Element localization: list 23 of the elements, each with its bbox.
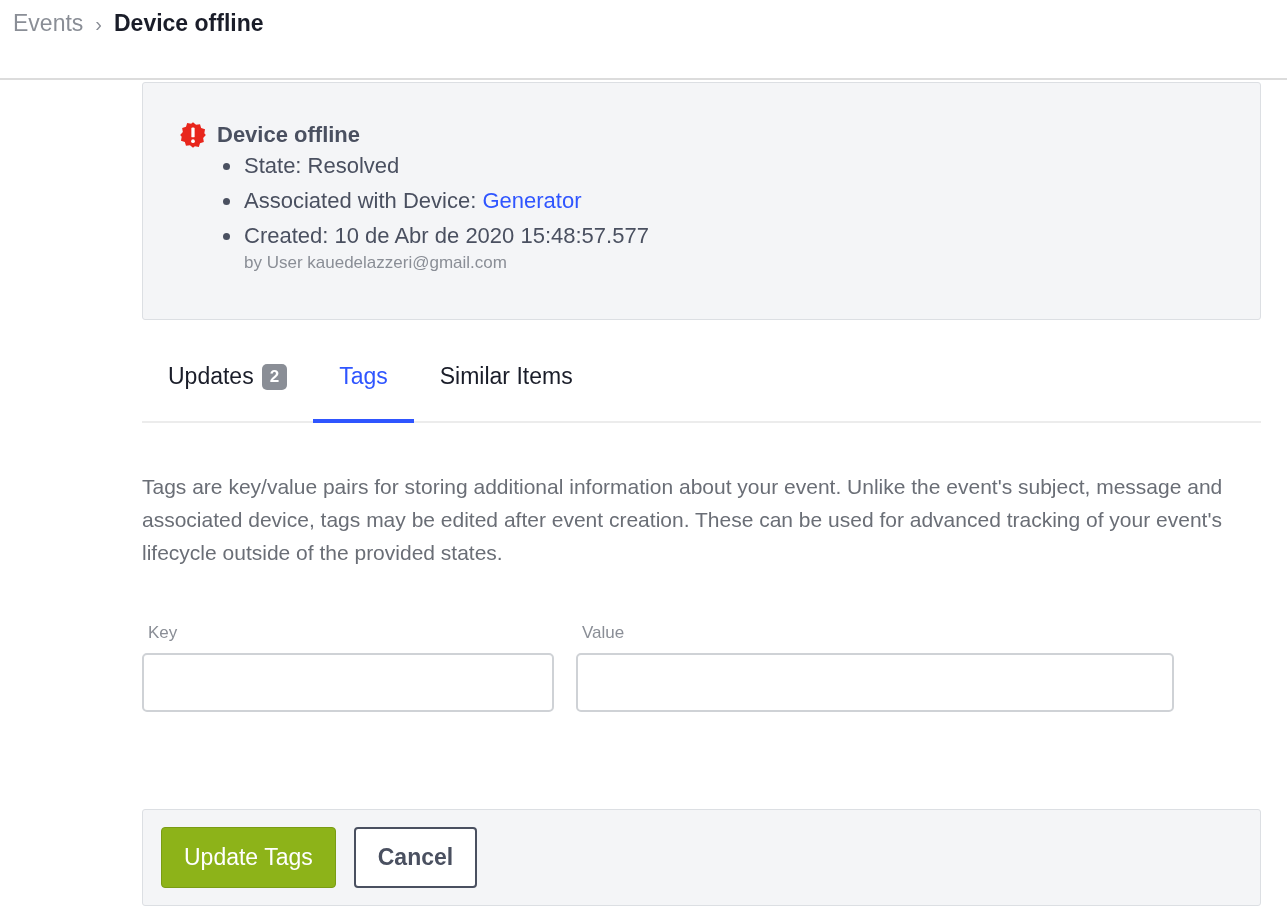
description-text: Tags are key/value pairs for storing additional information about your event. Unlike the event's subject, message and associated device, tags may be edited after event creation. These can be used for advanced tracking of your event's lifecycle outside of the provided states.: [142, 474, 1224, 566]
tab[interactable]: Updates 2: [142, 352, 314, 423]
detail-text: Associated with Device: Generator: [244, 188, 582, 214]
tab[interactable]: Tags: [313, 352, 414, 423]
cancel-button[interactable]: Cancel: [353, 827, 478, 888]
input-field[interactable]: [142, 653, 554, 712]
alert-icon: [179, 121, 207, 149]
field-label: Key: [147, 623, 179, 643]
tab[interactable]: Similar Items: [413, 352, 599, 423]
bullet-icon: [223, 162, 230, 170]
count-badge: 2: [261, 363, 288, 390]
breadcrumb-link[interactable]: Events: [13, 10, 84, 37]
detail-text: Created: 10 de Abr de 2020 15:48:57.577: [244, 223, 649, 249]
bullet-icon: [223, 197, 230, 205]
breadcrumb-separator: ›: [95, 12, 102, 37]
device-link[interactable]: Generator: [482, 188, 582, 213]
event-title: Device offline: [217, 122, 361, 148]
creator-note: by User kauedelazzeri@gmail.com: [244, 253, 508, 273]
input-field[interactable]: [576, 653, 1174, 712]
field-label: Value: [581, 623, 626, 643]
detail-text: State: Resolved: [244, 153, 400, 179]
bullet-icon: [223, 232, 230, 240]
page-title: Device offline: [114, 10, 264, 37]
